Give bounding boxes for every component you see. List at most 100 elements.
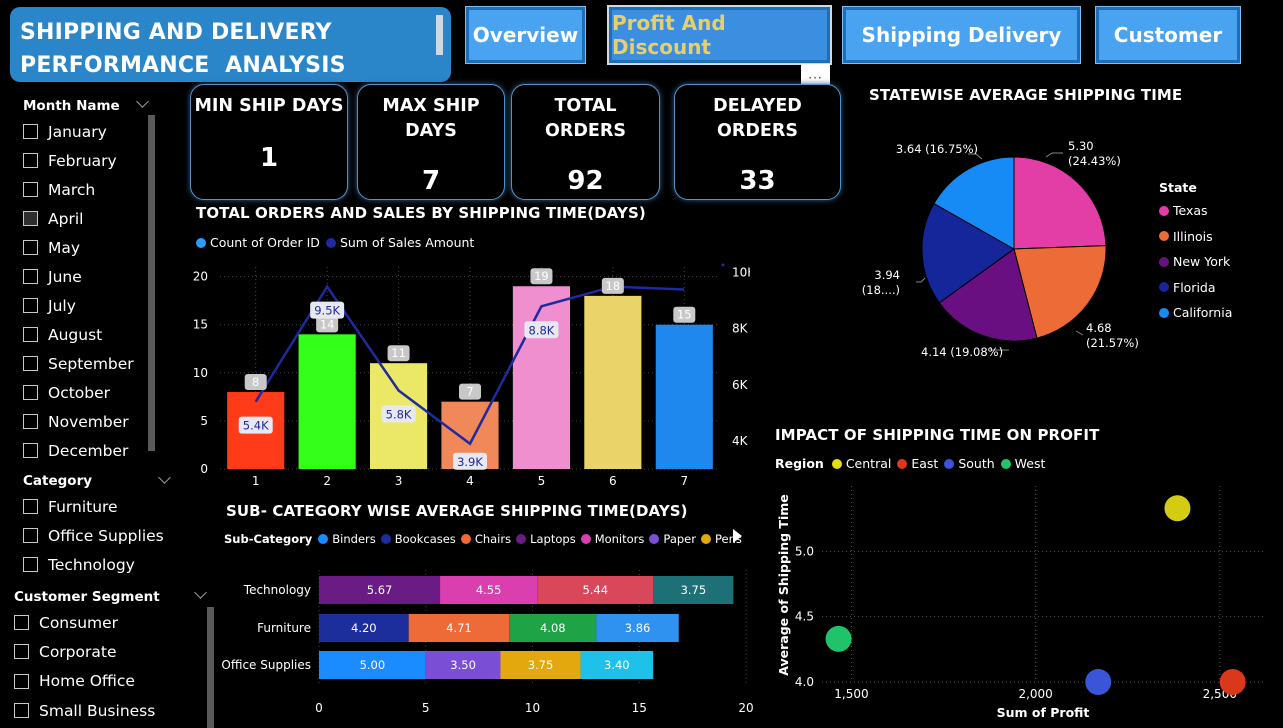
checkbox[interactable] <box>23 153 38 168</box>
checkbox[interactable] <box>23 499 38 514</box>
kpi-total-orders: TOTAL ORDERS 92 <box>511 84 660 200</box>
category-item-technology[interactable]: Technology <box>23 550 173 579</box>
nav-overview-button[interactable]: Overview <box>465 6 586 64</box>
month-item-label: June <box>48 267 82 286</box>
month-item-november[interactable]: November <box>23 407 143 436</box>
segment-item-consumer[interactable]: Consumer <box>14 608 194 637</box>
month-item-february[interactable]: February <box>23 146 143 175</box>
month-item-april[interactable]: April <box>23 204 143 233</box>
scatter-point-central <box>1164 495 1191 522</box>
segment-item-home-office[interactable]: Home Office <box>14 667 194 696</box>
checkbox[interactable] <box>23 269 38 284</box>
month-item-august[interactable]: August <box>23 320 143 349</box>
month-item-december[interactable]: December <box>23 436 143 465</box>
y2-tick-label: 10K <box>732 266 750 280</box>
checkbox[interactable] <box>23 528 38 543</box>
checkbox[interactable] <box>23 182 38 197</box>
legend-dot <box>380 534 391 544</box>
y-tick-label: 0 <box>200 462 208 476</box>
pie-chart-title: STATEWISE AVERAGE SHIPPING TIME <box>869 86 1183 104</box>
month-item-october[interactable]: October <box>23 378 143 407</box>
checkbox[interactable] <box>23 414 38 429</box>
checkbox[interactable] <box>23 240 38 255</box>
category-item-furniture[interactable]: Furniture <box>23 492 173 521</box>
legend-dot <box>944 458 955 469</box>
scatter-chart[interactable]: 1,500 2,000 2,5004.04.55.0Sum of ProfitAve… <box>770 470 1270 725</box>
stacked-bar-chart[interactable]: 0 5 10 15 20 Technology 5.67 4.55 5.44 3.75 Furnit… <box>220 566 760 726</box>
pie-data-label: 5.30 <box>1068 139 1094 153</box>
month-item-september[interactable]: September <box>23 349 143 378</box>
pie-chart[interactable]: 5.30(24.43%) 4.68(21.57%) 4.14 (19.08%) 3.9… <box>850 110 1150 380</box>
nav-profit-discount-button[interactable]: Profit And Discount <box>607 5 832 65</box>
legend-dot <box>580 534 591 544</box>
checkbox[interactable] <box>23 124 38 139</box>
checkbox[interactable] <box>14 673 29 689</box>
checkbox[interactable] <box>14 703 29 719</box>
pie-data-label: 4.14 (19.08%) <box>921 345 1003 359</box>
segment-item-corporate[interactable]: Corporate <box>14 637 194 666</box>
checkbox[interactable] <box>23 385 38 400</box>
month-slicer-scrollbar[interactable] <box>148 115 155 451</box>
legend-dot <box>1159 307 1169 318</box>
month-item-january[interactable]: January <box>23 117 143 146</box>
pie-legend-item[interactable]: Florida <box>1159 275 1232 301</box>
segment-data-label: 3.75 <box>681 583 707 597</box>
legend-label[interactable]: Monitors <box>595 532 645 546</box>
bar-data-label: 19 <box>534 269 549 283</box>
legend-label: New York <box>1173 254 1231 270</box>
legend-label[interactable]: Chairs <box>475 532 511 546</box>
month-item-label: October <box>48 383 111 402</box>
checkbox[interactable] <box>23 327 38 342</box>
x-tick-label: 5 <box>422 701 430 715</box>
resize-grip[interactable] <box>436 15 443 55</box>
month-item-march[interactable]: March <box>23 175 143 204</box>
legend-label[interactable]: East <box>911 456 938 471</box>
pie-legend-item[interactable]: New York <box>1159 249 1232 275</box>
nav-customer-button[interactable]: Customer <box>1095 6 1241 64</box>
legend-dot <box>897 458 908 469</box>
legend-label[interactable]: Central <box>846 456 892 471</box>
category-slicer-chevron-icon[interactable] <box>158 471 171 484</box>
pie-legend-item[interactable]: Illinois <box>1159 224 1232 250</box>
bar-data-label: 18 <box>606 279 621 293</box>
category-item-office-supplies[interactable]: Office Supplies <box>23 521 173 550</box>
legend-dot <box>831 458 842 469</box>
segment-item-small-business[interactable]: Small Business <box>14 696 194 725</box>
checkbox[interactable] <box>23 298 38 313</box>
legend-label[interactable]: Bookcases <box>395 532 456 546</box>
checkbox[interactable] <box>23 557 38 572</box>
scatter-chart-title: IMPACT OF SHIPPING TIME ON PROFIT <box>775 426 1100 444</box>
x-tick-label: 1 <box>252 474 260 488</box>
combo-chart[interactable]: 0 5 10 15 20 4K 6K 8K 10K 1 2 3 4 5 6 7 8 14 11 7 19 18 15 5.4K… <box>190 252 750 492</box>
segment-slicer-chevron-icon[interactable] <box>194 586 207 599</box>
checkbox[interactable] <box>23 443 38 458</box>
legend-label[interactable]: South <box>958 456 994 471</box>
month-slicer-chevron-icon[interactable] <box>136 95 149 108</box>
legend-label[interactable]: West <box>1015 456 1046 471</box>
legend-label[interactable]: Count of Order ID <box>210 235 320 250</box>
month-item-july[interactable]: July <box>23 291 143 320</box>
legend-label[interactable]: Laptops <box>530 532 576 546</box>
segment-slicer-scrollbar[interactable] <box>207 607 214 728</box>
kpi-delayed-orders: DELAYED ORDERS 33 <box>674 84 841 200</box>
pie-leader-line <box>1045 152 1063 158</box>
legend-label[interactable]: Paper <box>663 532 696 546</box>
legend-label[interactable]: Binders <box>332 532 375 546</box>
legend-dot <box>325 237 336 248</box>
segment-data-label: 5.00 <box>360 658 386 672</box>
pie-legend-item[interactable]: Texas <box>1159 198 1232 224</box>
pie-legend-item[interactable]: California <box>1159 300 1232 326</box>
stacked-chart-legend: Sub-Category Binders Bookcases Chairs Lapto… <box>224 532 742 546</box>
nav-shipping-delivery-button[interactable]: Shipping Delivery <box>842 6 1081 64</box>
checkbox[interactable] <box>14 644 29 660</box>
checkbox[interactable] <box>23 356 38 371</box>
month-item-may[interactable]: May <box>23 233 143 262</box>
legend-label[interactable]: Sum of Sales Amount <box>340 235 474 250</box>
month-item-label: July <box>48 296 76 315</box>
legend-next-arrow-icon[interactable] <box>733 529 742 543</box>
bar-data-label: 7 <box>466 385 473 399</box>
checkbox[interactable] <box>23 211 38 226</box>
checkbox[interactable] <box>14 615 29 631</box>
y-tick-label: 5.0 <box>795 544 814 558</box>
month-item-june[interactable]: June <box>23 262 143 291</box>
